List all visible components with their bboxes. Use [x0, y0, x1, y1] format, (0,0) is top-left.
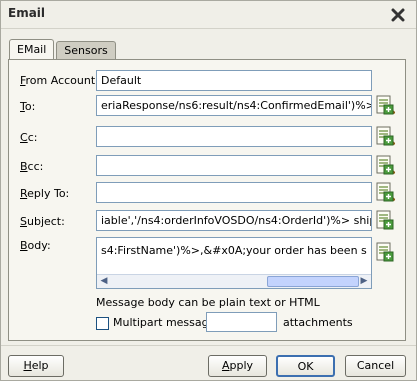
- ok-button[interactable]: OK: [276, 355, 335, 377]
- apply-button[interactable]: Apply: [208, 355, 267, 377]
- dialog-title: Email: [8, 6, 46, 20]
- cc-label: Cc:: [20, 131, 38, 144]
- reply-to-field[interactable]: [96, 182, 372, 203]
- tab-email[interactable]: EMail: [9, 39, 55, 60]
- subject-field[interactable]: iable','/ns4:orderInfoVOSDO/ns4:OrderId'…: [96, 210, 372, 231]
- to-label: To:: [20, 100, 36, 113]
- reply-to-label: Reply To:: [20, 187, 70, 200]
- help-button[interactable]: Help: [8, 355, 64, 377]
- from-account-label: From Account:: [20, 74, 99, 87]
- body-label: Body:: [20, 239, 51, 252]
- tab-sensors[interactable]: Sensors: [56, 41, 116, 60]
- to-expression-builder-icon[interactable]: [376, 95, 394, 115]
- cc-expression-builder-icon[interactable]: [376, 126, 394, 146]
- multipart-label[interactable]: Multipart message: [113, 316, 215, 329]
- footer-separator: [1, 345, 416, 346]
- cc-field[interactable]: [96, 126, 372, 147]
- bcc-label: Bcc:: [20, 160, 44, 173]
- attachments-field[interactable]: [206, 312, 277, 332]
- body-expression-builder-icon[interactable]: [376, 242, 394, 262]
- to-field[interactable]: eriaResponse/ns6:result/ns4:ConfirmedEma…: [96, 95, 372, 116]
- email-dialog: Email EMail Sensors From Account: Defaul…: [0, 0, 417, 381]
- body-text: s4:FirstName')%>,&#x0A;your order has be…: [101, 244, 367, 257]
- attachments-label: attachments: [283, 316, 353, 329]
- scroll-right-icon[interactable]: ▶: [357, 275, 371, 288]
- close-icon[interactable]: [390, 7, 406, 23]
- bcc-expression-builder-icon[interactable]: [376, 155, 394, 175]
- email-panel: From Account: Default To: eriaResponse/n…: [8, 59, 406, 341]
- reply-to-expression-builder-icon[interactable]: [376, 182, 394, 202]
- multipart-checkbox[interactable]: [96, 317, 109, 330]
- scrollbar-thumb[interactable]: [267, 276, 359, 287]
- body-textarea[interactable]: s4:FirstName')%>,&#x0A;your order has be…: [96, 237, 372, 289]
- title-separator: [1, 28, 416, 29]
- subject-expression-builder-icon[interactable]: [376, 210, 394, 230]
- subject-label: Subject:: [20, 215, 65, 228]
- cancel-button[interactable]: Cancel: [345, 355, 406, 377]
- from-account-field[interactable]: Default: [96, 70, 372, 91]
- tab-bar: EMail Sensors: [9, 39, 118, 61]
- body-horizontal-scrollbar[interactable]: ◀ ▶: [97, 274, 371, 288]
- body-hint-text: Message body can be plain text or HTML: [96, 296, 320, 309]
- scroll-left-icon[interactable]: ◀: [97, 275, 111, 288]
- bcc-field[interactable]: [96, 155, 372, 176]
